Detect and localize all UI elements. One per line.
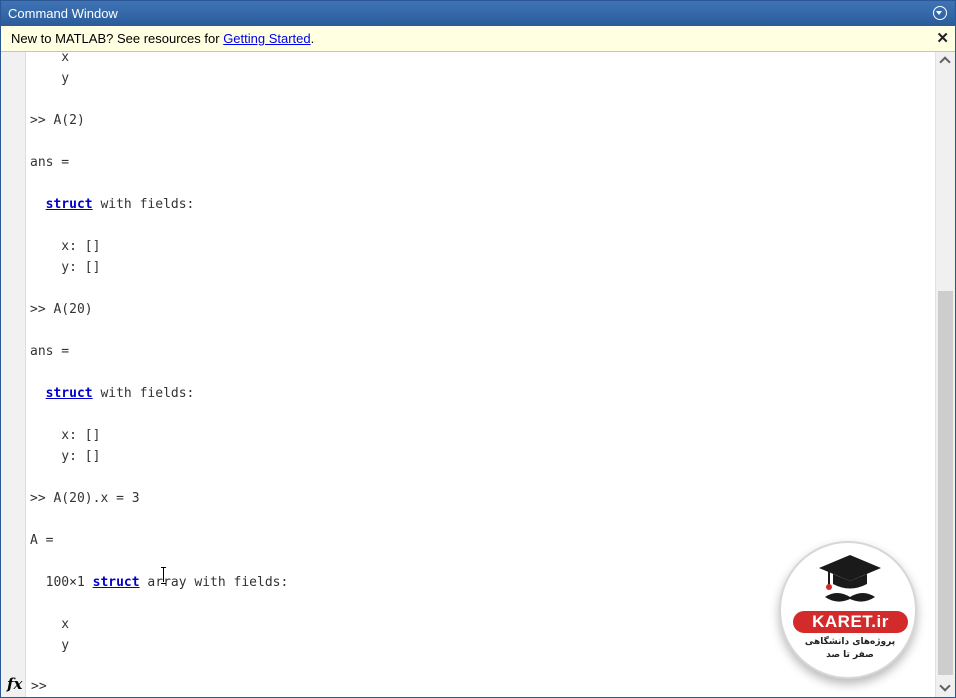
console-line: x <box>30 52 70 65</box>
karet-watermark-logo: KARET.ir پروژه‌های دانشگاهی صفر تا صد <box>779 541 917 679</box>
console-line: >> A(2) <box>30 113 85 128</box>
scroll-up-icon[interactable] <box>936 52 955 70</box>
console-line: >> A(20) <box>30 302 93 317</box>
scroll-thumb[interactable] <box>938 291 953 675</box>
window-title: Command Window <box>8 6 118 21</box>
console-line: y <box>30 71 70 86</box>
console-line: struct with fields: <box>30 384 195 404</box>
brand-subtitle-2: صفر تا صد <box>826 650 874 660</box>
actions-menu-icon[interactable] <box>933 6 947 20</box>
struct-doc-link[interactable]: struct <box>46 386 93 401</box>
info-suffix: . <box>310 31 315 46</box>
console-text: with fields: <box>92 197 195 212</box>
vertical-scrollbar[interactable] <box>935 52 955 697</box>
getting-started-link[interactable]: Getting Started <box>223 31 310 46</box>
command-window: Command Window New to MATLAB? See resour… <box>0 0 956 698</box>
close-icon[interactable]: ✕ <box>936 26 949 52</box>
text-cursor-icon <box>161 567 167 584</box>
console-line: ans = <box>30 155 70 170</box>
title-bar: Command Window <box>1 1 955 26</box>
scroll-down-icon[interactable] <box>936 679 955 697</box>
console-text: with fields: <box>92 386 195 401</box>
console-line: x <box>30 617 70 632</box>
struct-doc-link[interactable]: struct <box>93 575 140 590</box>
command-prompt[interactable]: >> <box>31 677 47 697</box>
info-text: New to MATLAB? See resources for <box>11 31 224 46</box>
console-line: x: [] <box>30 239 101 254</box>
console-line: >> A(20).x = 3 <box>30 491 140 506</box>
console-line: x: [] <box>30 428 101 443</box>
brand-subtitle-1: پروژه‌های دانشگاهی <box>804 637 896 647</box>
console-line: struct with fields: <box>30 195 195 215</box>
info-bar: New to MATLAB? See resources for Getting… <box>1 26 955 52</box>
gutter <box>1 52 26 697</box>
console-text: 100×1 <box>30 575 93 590</box>
console-line: y: [] <box>30 260 101 275</box>
graduation-cap-mustache-icon <box>819 555 881 602</box>
brand-label: KARET.ir <box>793 611 908 633</box>
console-line: y: [] <box>30 449 101 464</box>
function-browser-icon[interactable]: fx <box>7 675 22 693</box>
console-line: A = <box>30 533 54 548</box>
console-line: ans = <box>30 344 70 359</box>
struct-doc-link[interactable]: struct <box>46 197 93 212</box>
console-line: 100×1 struct array with fields: <box>30 573 289 593</box>
console-line: y <box>30 638 70 653</box>
